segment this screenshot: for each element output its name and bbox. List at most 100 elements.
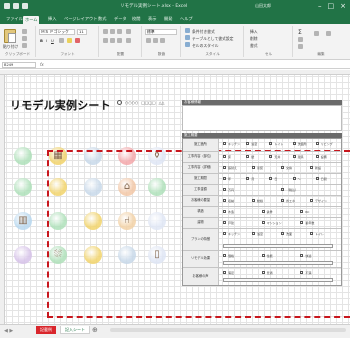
conditional-format-button[interactable]: 条件付き書式: [192, 29, 215, 35]
column-headers[interactable]: [0, 70, 350, 75]
checkbox[interactable]: [269, 142, 273, 145]
format-cells-button[interactable]: 書式: [250, 43, 258, 49]
merge-center-icon[interactable]: [126, 38, 131, 43]
close-button[interactable]: ×: [340, 2, 346, 10]
row-headers[interactable]: [0, 75, 5, 324]
checkbox[interactable]: [223, 271, 226, 274]
checkbox[interactable]: [281, 166, 284, 169]
format-table-icon[interactable]: [185, 35, 190, 40]
tab-formulas[interactable]: 数式: [96, 15, 108, 23]
checkbox[interactable]: [261, 271, 265, 274]
align-left-icon[interactable]: [103, 38, 108, 43]
currency-icon[interactable]: [146, 38, 151, 43]
checkbox[interactable]: [300, 271, 304, 274]
underline-button[interactable]: U: [51, 38, 54, 43]
checkbox[interactable]: [300, 210, 304, 213]
align-bottom-icon[interactable]: [117, 29, 122, 34]
find-select-icon[interactable]: [326, 31, 331, 36]
checkbox[interactable]: [310, 232, 313, 235]
checkbox[interactable]: [315, 155, 319, 158]
delete-cells-button[interactable]: 削除: [250, 36, 258, 42]
name-box[interactable]: B249: [2, 62, 36, 68]
percent-icon[interactable]: [153, 38, 158, 43]
checkbox[interactable]: [261, 221, 265, 224]
checkbox[interactable]: [261, 254, 265, 257]
checkbox[interactable]: [269, 177, 273, 180]
tab-developer[interactable]: 開発: [162, 15, 174, 23]
align-top-icon[interactable]: [103, 29, 108, 34]
tab-insert[interactable]: 挿入: [46, 15, 58, 23]
checkbox[interactable]: [223, 166, 226, 169]
checkbox[interactable]: [223, 188, 226, 191]
align-middle-icon[interactable]: [110, 29, 115, 34]
maximize-button[interactable]: □: [328, 2, 335, 10]
tab-review[interactable]: 校閲: [130, 15, 142, 23]
bold-button[interactable]: B: [40, 38, 43, 43]
checkbox[interactable]: [269, 155, 273, 158]
checkbox[interactable]: [246, 155, 250, 158]
tab-home[interactable]: ホーム: [23, 16, 40, 24]
add-sheet-icon[interactable]: ⊕: [92, 326, 98, 334]
paste-label[interactable]: 貼り付け: [3, 44, 18, 50]
italic-button[interactable]: I: [46, 38, 47, 43]
dropdown-select[interactable]: [223, 244, 333, 248]
checkbox[interactable]: [252, 199, 255, 202]
dropdown-select[interactable]: [223, 261, 333, 265]
border-icon[interactable]: [59, 38, 64, 43]
checkbox[interactable]: [300, 221, 304, 224]
save-icon[interactable]: [4, 3, 10, 9]
checkbox[interactable]: [261, 210, 265, 213]
checkbox[interactable]: [223, 177, 226, 180]
format-table-button[interactable]: テーブルとして書式設定: [192, 36, 233, 42]
checkbox[interactable]: [246, 142, 250, 145]
comma-icon[interactable]: [160, 38, 165, 43]
sheet-nav-arrows-icon[interactable]: ◀ ▶: [4, 328, 13, 334]
checkbox[interactable]: [292, 177, 296, 180]
checkbox[interactable]: [281, 199, 284, 202]
checkbox[interactable]: [223, 210, 226, 213]
autosum-icon[interactable]: Σ: [298, 29, 302, 36]
checkbox[interactable]: [292, 142, 296, 145]
tab-data[interactable]: データ: [112, 15, 129, 23]
font-color-icon[interactable]: [75, 38, 80, 43]
checkbox[interactable]: [310, 199, 313, 202]
checkbox[interactable]: [246, 177, 250, 180]
format-painter-icon[interactable]: [22, 43, 27, 48]
checkbox[interactable]: [310, 166, 313, 169]
paste-icon[interactable]: [4, 29, 16, 43]
sheet-tab-example[interactable]: 記載例: [36, 326, 56, 334]
checkbox[interactable]: [223, 254, 226, 257]
align-center-icon[interactable]: [110, 38, 115, 43]
tab-file[interactable]: ファイル: [4, 15, 25, 23]
checkbox[interactable]: [281, 232, 284, 235]
checkbox[interactable]: [281, 188, 284, 191]
fill-color-icon[interactable]: [67, 38, 72, 43]
insert-cells-button[interactable]: 挿入: [250, 29, 258, 35]
undo-icon[interactable]: [13, 3, 19, 9]
checkbox[interactable]: [252, 166, 255, 169]
cut-icon[interactable]: [22, 29, 27, 34]
checkbox[interactable]: [315, 177, 319, 180]
copy-icon[interactable]: [22, 36, 27, 41]
sort-filter-icon[interactable]: [314, 31, 319, 36]
cell-styles-icon[interactable]: [185, 42, 190, 47]
font-size-select[interactable]: 11: [77, 29, 87, 35]
checkbox[interactable]: [223, 221, 226, 224]
clear-icon[interactable]: [298, 44, 303, 49]
tab-help[interactable]: ヘルプ: [178, 15, 195, 23]
number-format-select[interactable]: 標準: [145, 29, 177, 35]
horizontal-scrollbar[interactable]: [110, 328, 346, 332]
tab-view[interactable]: 表示: [146, 15, 158, 23]
font-name-select[interactable]: ＭＳ Ｐゴシック: [39, 29, 75, 35]
checkbox[interactable]: [223, 142, 226, 145]
tab-page-layout[interactable]: ページレイアウト: [62, 15, 99, 23]
checkbox[interactable]: [223, 199, 226, 202]
user-name[interactable]: 山田太郎: [255, 3, 271, 9]
cell-styles-button[interactable]: セルのスタイル: [192, 43, 219, 49]
dropdown-select[interactable]: [223, 278, 333, 282]
redo-icon[interactable]: [22, 3, 28, 9]
sheet-tab-input[interactable]: 記入シート: [60, 326, 90, 334]
checkbox[interactable]: [252, 232, 255, 235]
minimize-button[interactable]: –: [318, 2, 322, 10]
checkbox[interactable]: [292, 155, 296, 158]
